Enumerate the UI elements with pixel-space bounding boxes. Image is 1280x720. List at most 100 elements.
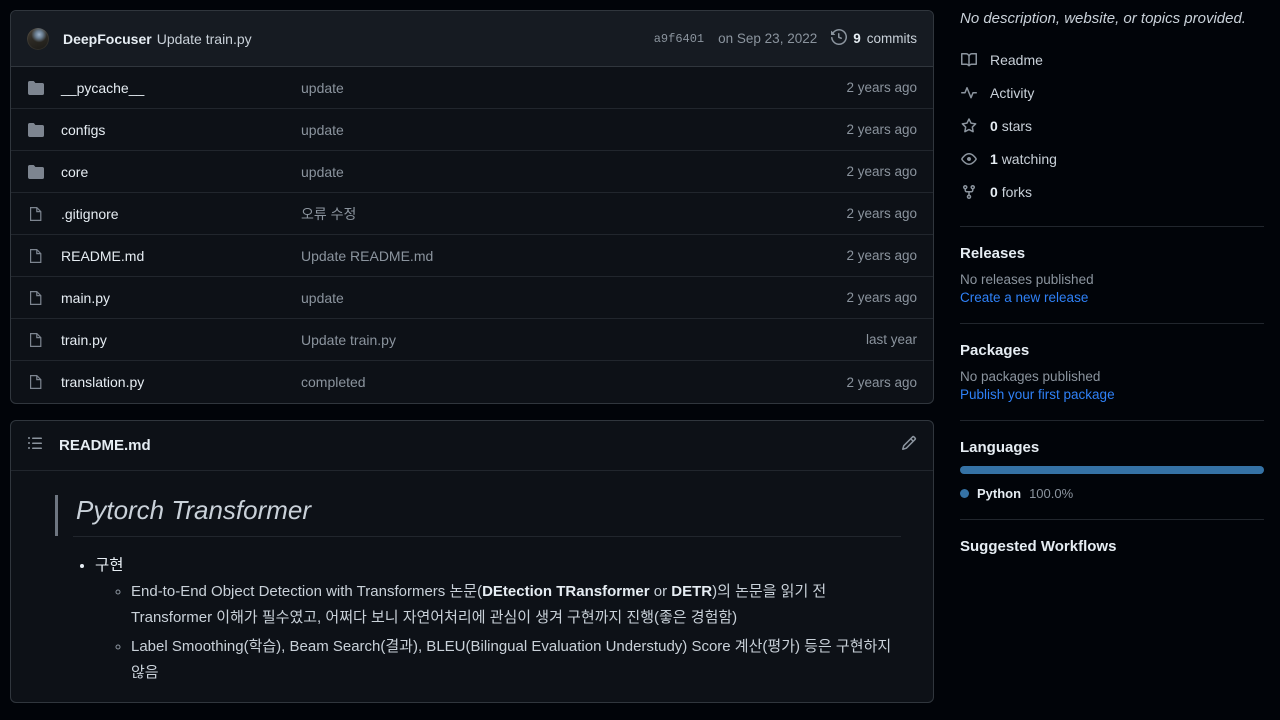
pulse-icon <box>960 85 977 101</box>
about-label: watching <box>1001 150 1057 167</box>
file-commit-age: 2 years ago <box>846 290 917 305</box>
commit-sha[interactable]: a9f6401 <box>654 32 704 46</box>
readme-title: README.md <box>59 437 151 454</box>
commit-meta: a9f6401 on Sep 23, 2022 9 commits <box>654 28 917 48</box>
file-name[interactable]: core <box>61 164 301 180</box>
divider <box>960 323 1264 324</box>
about-text: 0 forks <box>990 184 1032 200</box>
file-row[interactable]: .gitignore 오류 수정 2 years ago <box>11 193 933 235</box>
packages-heading[interactable]: Packages <box>960 342 1264 359</box>
file-commit-message[interactable]: update <box>301 80 846 96</box>
repo-description: No description, website, or topics provi… <box>960 10 1246 27</box>
about-text: 0 stars <box>990 118 1032 134</box>
file-commit-message[interactable]: update <box>301 164 846 180</box>
sidebar-item-watching[interactable]: 1 watching <box>960 142 1264 175</box>
file-row[interactable]: translation.py completed 2 years ago <box>11 361 933 403</box>
language-percent: 100.0% <box>1029 486 1074 501</box>
language-color-dot <box>960 489 969 498</box>
file-commit-age: 2 years ago <box>846 164 917 179</box>
commit-date: on Sep 23, 2022 <box>718 31 818 46</box>
readme-sublist: End-to-End Object Detection with Transfo… <box>95 579 901 686</box>
list-item: End-to-End Object Detection with Transfo… <box>131 579 901 632</box>
file-row[interactable]: main.py update 2 years ago <box>11 277 933 319</box>
list-item: Label Smoothing(학습), Beam Search(결과), BL… <box>131 634 901 687</box>
releases-heading[interactable]: Releases <box>960 245 1264 262</box>
packages-note: No packages published <box>960 369 1101 384</box>
file-browser-card: DeepFocuser Update train.py a9f6401 on S… <box>10 10 934 404</box>
language-legend: Python 100.0% <box>960 486 1264 501</box>
file-commit-age: 2 years ago <box>846 122 917 137</box>
commit-author[interactable]: DeepFocuser <box>63 31 152 47</box>
file-name[interactable]: main.py <box>61 290 301 306</box>
readme-heading-rule <box>73 536 901 537</box>
readme-header: README.md <box>11 421 933 471</box>
file-icon <box>27 374 45 390</box>
language-bar <box>960 466 1264 474</box>
file-commit-message[interactable]: update <box>301 122 846 138</box>
commits-count: 9 <box>853 31 861 46</box>
about-label: stars <box>1001 117 1033 134</box>
readme-card: README.md Pytorch Transformer 구현 End-t <box>10 420 934 703</box>
commit-message[interactable]: Update train.py <box>157 31 252 47</box>
sub1-part2: or <box>649 583 672 600</box>
file-row[interactable]: __pycache__ update 2 years ago <box>11 67 933 109</box>
file-name[interactable]: .gitignore <box>61 206 301 222</box>
star-icon <box>960 117 977 134</box>
file-name[interactable]: configs <box>61 122 301 138</box>
language-name: Python <box>977 486 1022 501</box>
file-commit-message[interactable]: completed <box>301 374 846 390</box>
readme-heading: Pytorch Transformer <box>55 495 901 536</box>
file-name[interactable]: README.md <box>61 248 301 264</box>
file-commit-message[interactable]: update <box>301 290 846 306</box>
latest-commit-header: DeepFocuser Update train.py a9f6401 on S… <box>11 11 933 67</box>
create-release-link[interactable]: Create a new release <box>960 290 1264 305</box>
file-icon <box>27 248 45 264</box>
sidebar-item-activity[interactable]: Activity <box>960 76 1264 109</box>
language-item[interactable]: Python 100.0% <box>960 486 1264 501</box>
sidebar-item-forks[interactable]: 0 forks <box>960 175 1264 208</box>
file-row[interactable]: README.md Update README.md 2 years ago <box>11 235 933 277</box>
about-label: Activity <box>990 84 1035 101</box>
book-icon <box>960 52 977 68</box>
file-row[interactable]: configs update 2 years ago <box>11 109 933 151</box>
file-name[interactable]: translation.py <box>61 374 301 390</box>
file-commit-message[interactable]: Update README.md <box>301 248 846 264</box>
file-name[interactable]: train.py <box>61 332 301 348</box>
sub1-part1: End-to-End Object Detection with Transfo… <box>131 583 483 600</box>
pencil-icon[interactable] <box>901 435 917 456</box>
sidebar-item-readme[interactable]: Readme <box>960 43 1264 76</box>
history-icon <box>831 28 848 48</box>
file-commit-age: 2 years ago <box>846 374 917 390</box>
file-icon <box>27 290 45 306</box>
file-commit-age: last year <box>865 332 917 347</box>
readme-bullet1-text: 구현 <box>95 557 124 574</box>
about-text: 1 watching <box>990 151 1057 167</box>
commits-label: commits <box>866 31 917 46</box>
file-name[interactable]: __pycache__ <box>61 80 301 96</box>
file-icon <box>27 206 45 222</box>
fork-icon <box>960 184 977 200</box>
folder-icon <box>27 122 45 138</box>
file-commit-message[interactable]: Update train.py <box>301 332 866 348</box>
file-commit-age: 2 years ago <box>846 248 917 263</box>
file-commit-message[interactable]: 오류 수정 <box>301 204 846 224</box>
file-row[interactable]: train.py Update train.py last year <box>11 319 933 361</box>
avatar <box>27 27 49 50</box>
commits-count-link[interactable]: 9 commits <box>831 28 917 48</box>
about-count: 0 <box>990 117 998 134</box>
publish-package-link[interactable]: Publish your first package <box>960 387 1264 402</box>
about-count: 1 <box>990 150 998 167</box>
divider <box>960 226 1264 227</box>
eye-icon <box>960 151 977 167</box>
releases-note: No releases published <box>960 272 1094 287</box>
file-row[interactable]: core update 2 years ago <box>11 151 933 193</box>
sidebar-item-stars[interactable]: 0 stars <box>960 109 1264 142</box>
main-content: DeepFocuser Update train.py a9f6401 on S… <box>0 0 944 720</box>
list-unordered-icon[interactable] <box>27 435 43 456</box>
divider <box>960 519 1264 520</box>
readme-body: Pytorch Transformer 구현 End-to-End Object… <box>11 471 933 702</box>
workflows-heading: Suggested Workflows <box>960 538 1117 555</box>
file-commit-age: 2 years ago <box>846 206 917 221</box>
divider <box>960 420 1264 421</box>
folder-icon <box>27 80 45 96</box>
